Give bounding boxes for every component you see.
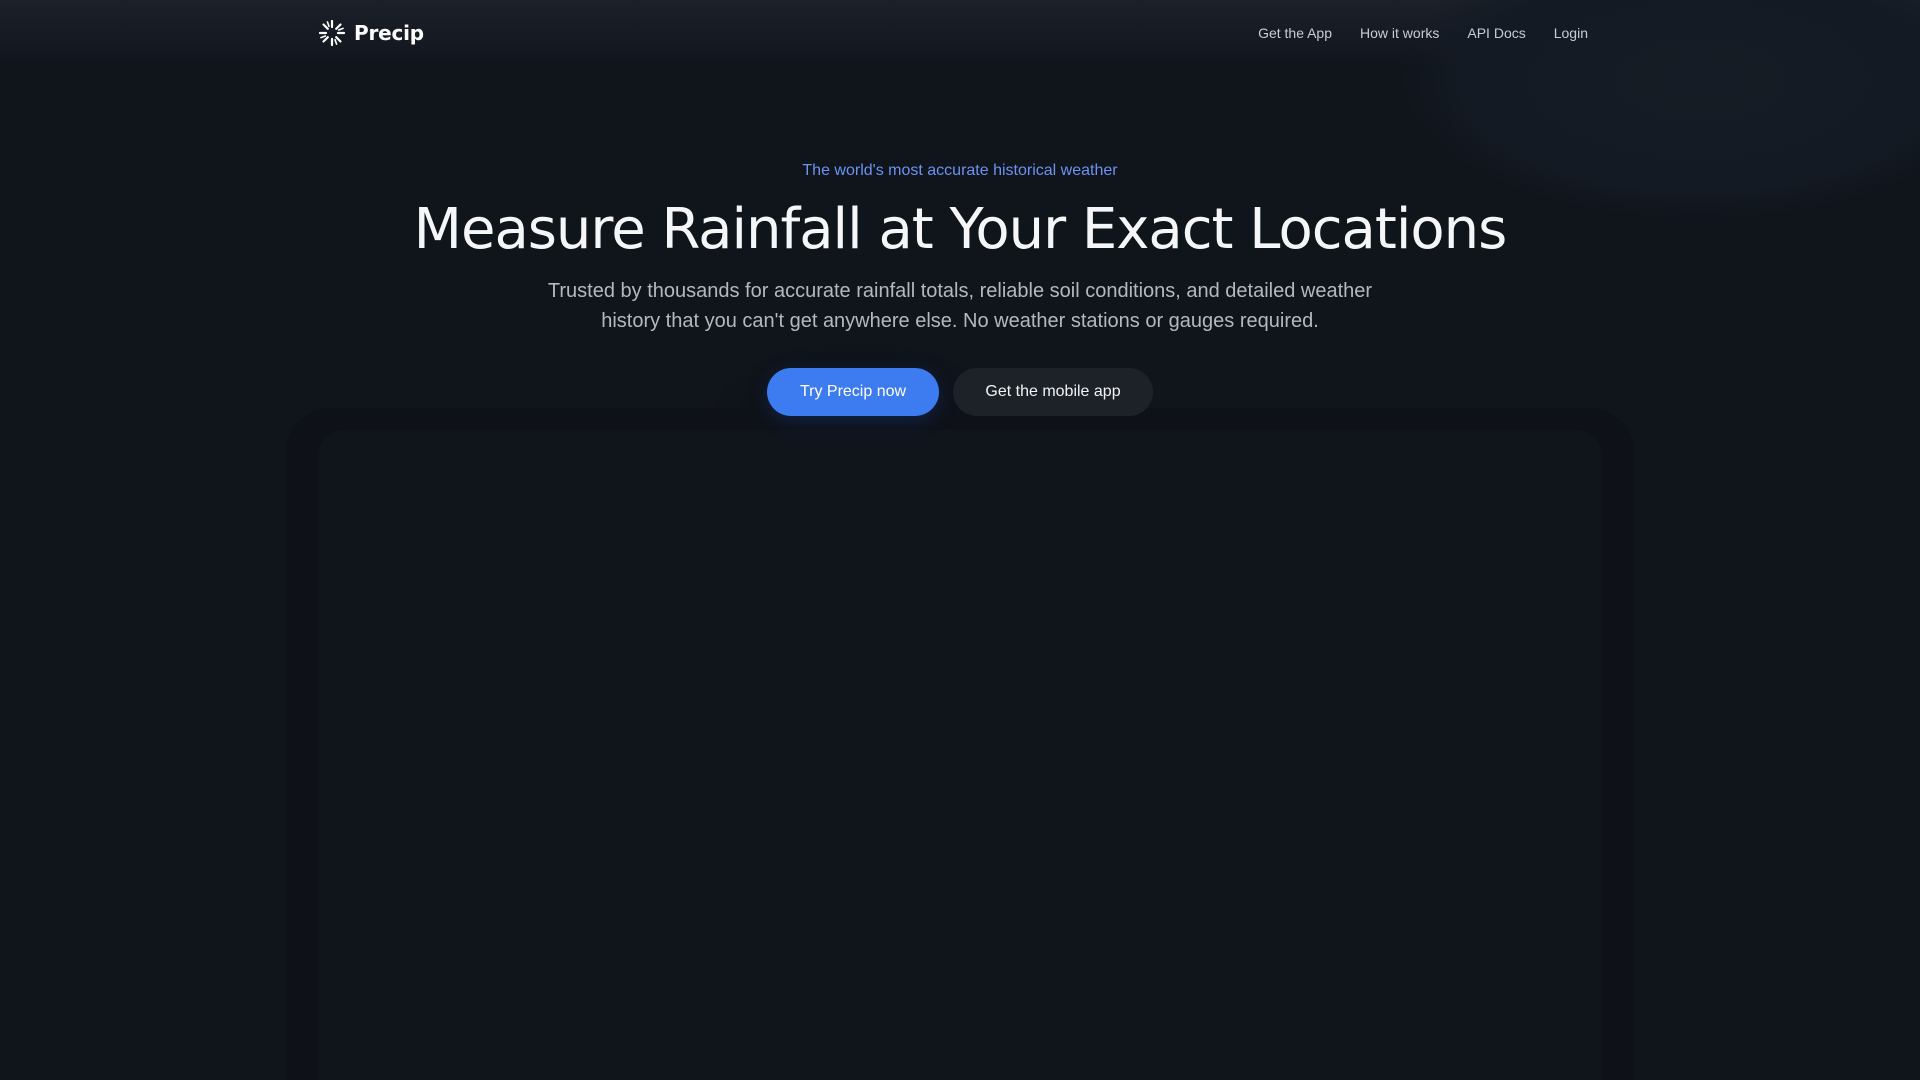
nav-how-it-works[interactable]: How it works <box>1360 25 1439 41</box>
hero-cta-group: Try Precip now Get the mobile app <box>0 368 1920 416</box>
brand-logo-link[interactable]: Precip <box>318 19 424 47</box>
landing-page: Precip Get the App How it works API Docs… <box>0 0 1920 1080</box>
get-mobile-app-button[interactable]: Get the mobile app <box>953 368 1153 416</box>
sunburst-icon <box>318 19 346 47</box>
brand-name: Precip <box>354 21 424 45</box>
nav-login[interactable]: Login <box>1554 25 1588 41</box>
hero-eyebrow: The world's most accurate historical wea… <box>802 162 1118 179</box>
hero-title: Measure Rainfall at Your Exact Locations <box>413 197 1508 262</box>
product-preview-screen <box>318 430 1602 1080</box>
hero-subtitle: Trusted by thousands for accurate rainfa… <box>547 280 1373 332</box>
nav-get-the-app[interactable]: Get the App <box>1258 25 1332 41</box>
site-header: Precip Get the App How it works API Docs… <box>318 0 1588 66</box>
main-nav: Get the App How it works API Docs Login <box>1258 25 1588 41</box>
nav-api-docs[interactable]: API Docs <box>1467 25 1525 41</box>
try-precip-button[interactable]: Try Precip now <box>767 368 939 416</box>
